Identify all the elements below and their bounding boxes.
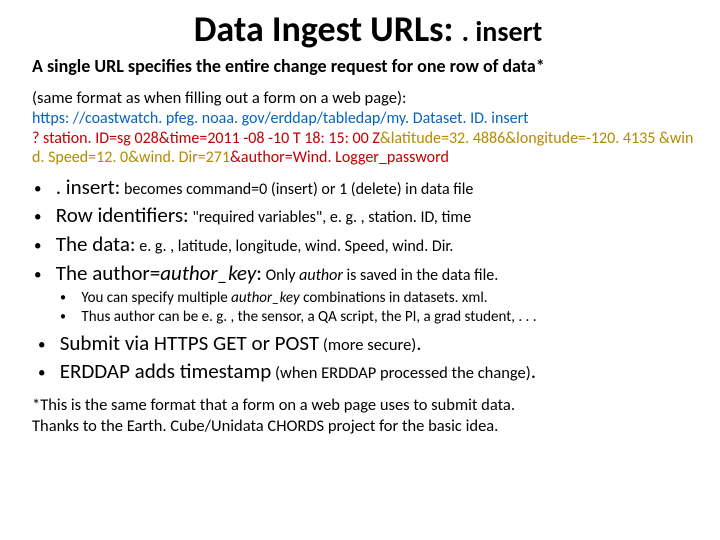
sub-bullet-post: combinations in datasets. xml. [300, 289, 488, 307]
bullet-desc: becomes command=0 (insert) or 1 (delete)… [124, 180, 473, 199]
bullet-desc-post: is saved in the data file. [343, 266, 498, 285]
slide-title: Data Ingest URLs: . insert [32, 8, 704, 52]
bullet-term: . insert: [56, 174, 121, 200]
subhead: A single URL specifies the entire change… [32, 56, 704, 78]
lower-term: Submit via HTTPS GET or POST [60, 330, 319, 356]
footnote: *This is the same format that a form on … [32, 395, 704, 436]
bullet-desc-pre: Only [266, 266, 300, 285]
bullet-term-ital: author_key [160, 260, 256, 286]
bullet-list-sub: You can specify multiple author_key comb… [32, 289, 704, 327]
sub-bullet-ital: author_key [231, 289, 300, 307]
title-suffix: . insert [462, 14, 543, 49]
bullet-list-main: . insert: becomes command=0 (insert) or … [32, 174, 704, 288]
bullet-desc: e. g. , latitude, longitude, wind. Speed… [139, 237, 453, 256]
url-base: https: //coastwatch. pfeg. noaa. gov/erd… [32, 109, 529, 128]
list-item: Row identifiers: "required variables", e… [52, 202, 704, 230]
bullet-desc: "required variables", e. g. , station. I… [192, 208, 471, 227]
lower-desc: (more secure) [323, 335, 416, 355]
title-main: Data Ingest URLs: [194, 7, 454, 51]
footnote-line-2: Thanks to the Earth. Cube/Unidata CHORDS… [32, 416, 704, 437]
list-item: Thus author can be e. g. , the sensor, a… [78, 308, 704, 327]
sub-bullet-text: Thus author can be e. g. , the sensor, a… [81, 308, 536, 326]
list-item: The data: e. g. , latitude, longitude, w… [52, 231, 704, 259]
list-item: ERDDAP adds timestamp (when ERDDAP proce… [56, 358, 704, 386]
bullet-term-post: : [256, 260, 262, 286]
period: . [531, 358, 536, 384]
lead-paragraph: (same format as when filling out a form … [32, 88, 704, 108]
bullet-term-pre: The author= [56, 260, 160, 286]
list-item: You can specify multiple author_key comb… [78, 289, 704, 308]
footnote-line-1: *This is the same format that a form on … [32, 395, 704, 416]
bullet-term: Row identifiers: [56, 202, 189, 228]
url-author: &author=Wind. Logger_password [230, 148, 449, 167]
url-block: https: //coastwatch. pfeg. noaa. gov/erd… [32, 109, 704, 168]
bullet-term: The data: [56, 231, 136, 257]
list-item: . insert: becomes command=0 (insert) or … [52, 174, 704, 202]
period: . [416, 330, 421, 356]
list-item: The author=author_key: Only author is sa… [52, 260, 704, 288]
list-item: Submit via HTTPS GET or POST (more secur… [56, 330, 704, 358]
bullet-list-lower: Submit via HTTPS GET or POST (more secur… [32, 330, 704, 385]
url-row-identifiers: ? station. ID=sg 028&time=2011 -08 -10 T… [32, 129, 380, 148]
sub-bullet-pre: You can specify multiple [81, 289, 231, 307]
bullet-desc-ital: author [299, 266, 343, 285]
lower-desc: (when ERDDAP processed the change) [275, 363, 531, 383]
lower-term: ERDDAP adds timestamp [60, 358, 272, 384]
